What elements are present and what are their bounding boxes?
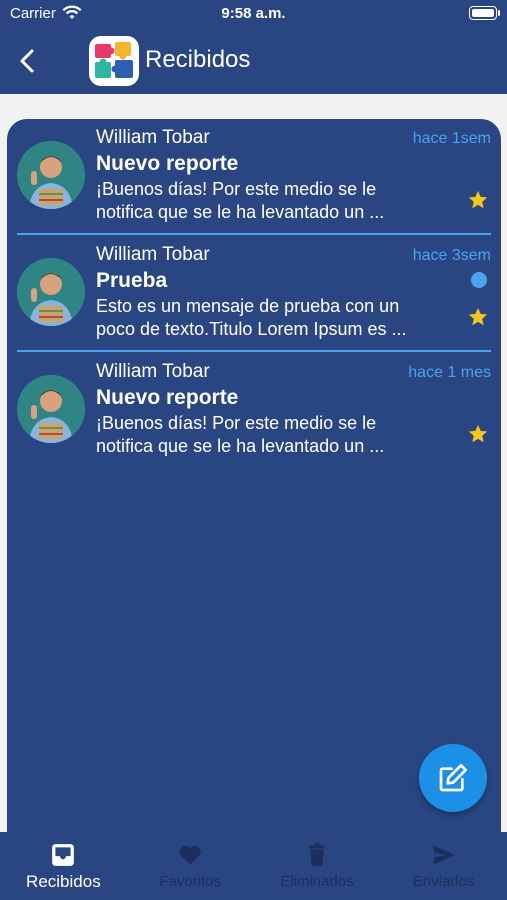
nav-label: Eliminados <box>280 873 354 890</box>
compose-button[interactable] <box>419 744 487 812</box>
avatar <box>17 141 85 209</box>
clock: 9:58 a.m. <box>221 5 286 22</box>
message-time: hace 3sem <box>412 247 491 264</box>
app-logo <box>89 36 139 86</box>
message-preview: ¡Buenos días! Por este medio se le notif… <box>96 178 456 224</box>
app-bar: Recibidos <box>0 28 507 94</box>
avatar <box>17 258 85 326</box>
divider <box>17 350 491 352</box>
message-preview: ¡Buenos días! Por este medio se le notif… <box>96 412 456 458</box>
nav-favoritos[interactable]: Favoritos <box>127 832 254 900</box>
message-preview: Esto es un mensaje de prueba con un poco… <box>96 295 456 341</box>
trash-icon <box>309 843 325 866</box>
nav-enviados[interactable]: Enviados <box>380 832 507 900</box>
status-bar: Carrier 9:58 a.m. <box>0 0 507 28</box>
star-icon[interactable] <box>467 189 489 211</box>
send-icon <box>432 845 455 865</box>
star-icon[interactable] <box>467 306 489 328</box>
battery-icon <box>469 6 500 20</box>
sender-name: William Tobar <box>96 361 210 382</box>
message-item[interactable]: William Tobar hace 1sem Nuevo reporte ¡B… <box>7 119 501 236</box>
preview-line: notifica que se le ha levantado un ... <box>96 202 385 222</box>
heart-icon <box>179 845 201 865</box>
sender-name: William Tobar <box>96 244 210 265</box>
nav-label: Enviados <box>412 873 475 890</box>
chevron-left-icon[interactable] <box>14 44 44 78</box>
sender-name: William Tobar <box>96 127 210 148</box>
preview-line: poco de texto.Titulo Lorem Ipsum es ... <box>96 319 407 339</box>
compose-icon <box>439 764 467 792</box>
star-icon[interactable] <box>467 423 489 445</box>
nav-eliminados[interactable]: Eliminados <box>254 832 381 900</box>
message-item[interactable]: William Tobar hace 3sem Prueba Esto es u… <box>7 236 501 353</box>
page-title: Recibidos <box>145 46 251 73</box>
unread-indicator <box>471 272 487 288</box>
message-time: hace 1sem <box>412 130 491 147</box>
nav-label: Recibidos <box>26 872 101 891</box>
divider <box>17 233 491 235</box>
message-subject: Nuevo reporte <box>96 152 239 175</box>
message-time: hace 1 mes <box>408 364 491 381</box>
bottom-nav: Recibidos Favoritos Eliminados Enviados <box>0 832 507 900</box>
avatar <box>17 375 85 443</box>
message-item[interactable]: William Tobar hace 1 mes Nuevo reporte ¡… <box>7 353 501 470</box>
nav-label: Favoritos <box>159 873 221 890</box>
preview-line: notifica que se le ha levantado un ... <box>96 436 385 456</box>
preview-line: ¡Buenos días! Por este medio se le <box>96 413 377 433</box>
inbox-icon <box>52 844 75 866</box>
preview-line: ¡Buenos días! Por este medio se le <box>96 179 377 199</box>
preview-line: Esto es un mensaje de prueba con un <box>96 296 400 316</box>
nav-recibidos[interactable]: Recibidos <box>0 832 127 900</box>
message-subject: Prueba <box>96 269 168 292</box>
message-subject: Nuevo reporte <box>96 386 239 409</box>
